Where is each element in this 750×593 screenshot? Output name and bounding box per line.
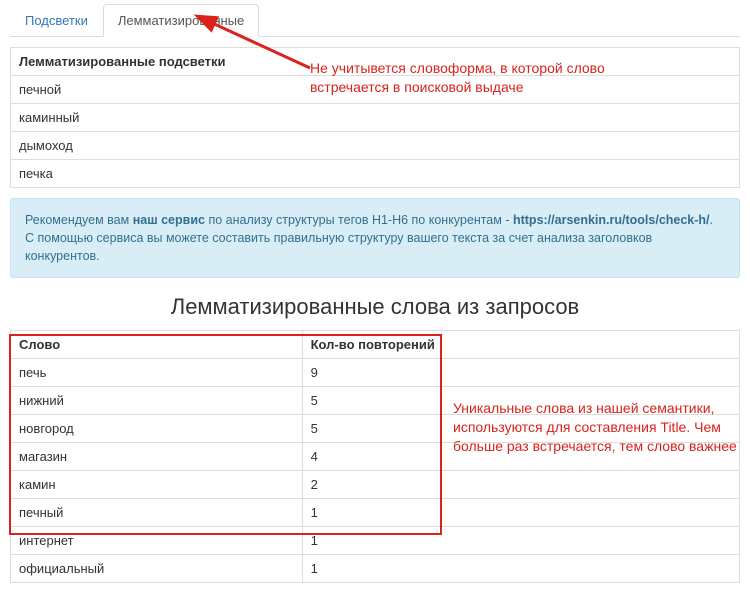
table2-word: новгород xyxy=(11,415,303,443)
table2-count: 5 xyxy=(302,415,739,443)
tabs-bar: Подсветки Лемматизированные xyxy=(10,4,740,37)
table1-header: Лемматизированные подсветки xyxy=(11,48,740,76)
lemmatized-highlights-table: Лемматизированные подсветки печнойкаминн… xyxy=(10,47,740,188)
info-notice: Рекомендуем вам наш сервис по анализу ст… xyxy=(10,198,740,278)
table1-row: дымоход xyxy=(11,132,740,160)
notice-text-pre: Рекомендуем вам xyxy=(25,213,133,227)
table2-word: камин xyxy=(11,471,303,499)
table2-word: нижний xyxy=(11,387,303,415)
table1-row: печка xyxy=(11,160,740,188)
tab-lemmatized[interactable]: Лемматизированные xyxy=(103,4,259,37)
table2-count: 1 xyxy=(302,555,739,583)
table2-word: печный xyxy=(11,499,303,527)
lemmatized-words-table: Слово Кол-во повторений печь9нижний5новг… xyxy=(10,330,740,583)
table2-col-word: Слово xyxy=(11,331,303,359)
table2-col-count: Кол-во повторений xyxy=(302,331,739,359)
table2-count: 5 xyxy=(302,387,739,415)
table2-word: магазин xyxy=(11,443,303,471)
notice-strong: наш сервис xyxy=(133,213,205,227)
table1-row: каминный xyxy=(11,104,740,132)
notice-text-mid: по анализу структуры тегов H1-H6 по конк… xyxy=(205,213,513,227)
table2-count: 9 xyxy=(302,359,739,387)
table2-count: 4 xyxy=(302,443,739,471)
section-title: Лемматизированные слова из запросов xyxy=(0,294,750,320)
table2-count: 2 xyxy=(302,471,739,499)
table2-word: официальный xyxy=(11,555,303,583)
tab-highlights[interactable]: Подсветки xyxy=(10,4,103,37)
notice-link[interactable]: https://arsenkin.ru/tools/check-h/ xyxy=(513,213,710,227)
table1-row: печной xyxy=(11,76,740,104)
table2-count: 1 xyxy=(302,499,739,527)
table2-word: печь xyxy=(11,359,303,387)
